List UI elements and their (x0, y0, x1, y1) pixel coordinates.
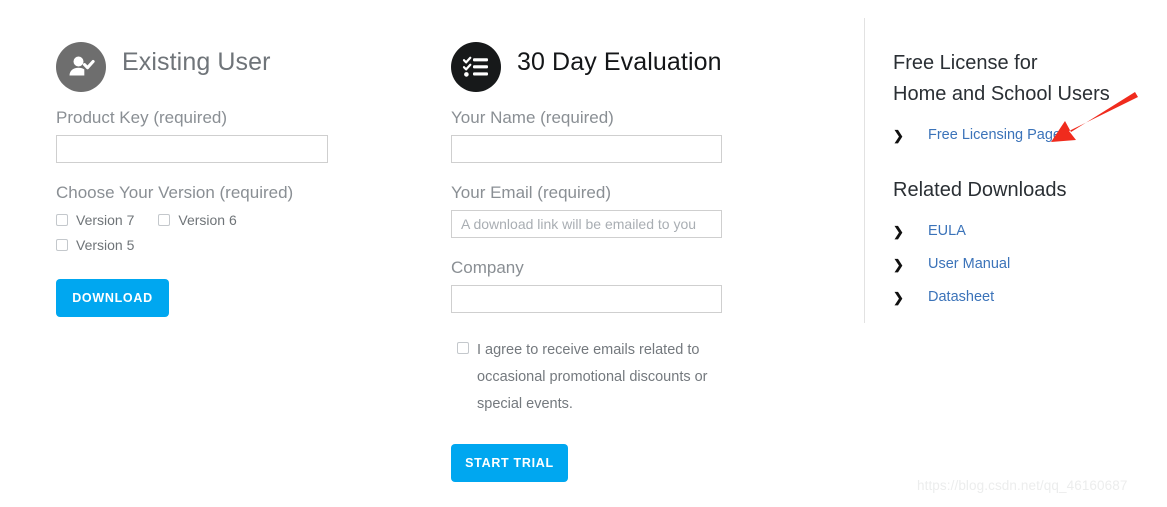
existing-user-title: Existing User (122, 48, 271, 76)
watermark-text: https://blog.csdn.net/qq_46160687 (917, 478, 1128, 493)
product-key-label: Product Key (required) (56, 108, 228, 127)
checkbox-box-icon[interactable] (56, 239, 68, 251)
chevron-right-icon: ❯ (893, 289, 904, 305)
checkbox-version-7-label: Version 7 (76, 212, 135, 228)
checkbox-version-6[interactable]: Version 6 (158, 212, 237, 228)
evaluation-header: 30 Day Evaluation (451, 42, 811, 94)
checkbox-version-5[interactable]: Version 5 (56, 237, 134, 253)
download-row-eula[interactable]: ❯ EULA (893, 223, 1153, 239)
datasheet-link[interactable]: Datasheet (928, 289, 994, 305)
chevron-right-icon: ❯ (893, 127, 904, 143)
evaluation-title: 30 Day Evaluation (517, 48, 722, 76)
chevron-right-icon: ❯ (893, 256, 904, 272)
user-check-icon (56, 42, 106, 92)
free-license-heading-line1: Free License for (893, 52, 1038, 74)
eula-link[interactable]: EULA (928, 223, 966, 239)
checkbox-version-7[interactable]: Version 7 (56, 212, 134, 228)
your-email-label: Your Email (required) (451, 183, 611, 202)
free-license-heading: Free License for Home and School Users (893, 48, 1153, 110)
your-name-label: Your Name (required) (451, 108, 614, 127)
download-row-datasheet[interactable]: ❯ Datasheet (893, 289, 1153, 305)
sidebar: Free License for Home and School Users ❯… (893, 48, 1153, 305)
version-row-1: Version 7 Version 6 (56, 212, 426, 228)
free-licensing-page-link[interactable]: Free Licensing Page (928, 127, 1061, 143)
checklist-icon (451, 42, 501, 92)
download-button[interactable]: DOWNLOAD (56, 279, 169, 317)
your-email-input[interactable] (451, 210, 722, 238)
consent-checkbox-group[interactable]: I agree to receive emails related to occ… (451, 337, 716, 418)
evaluation-section: 30 Day Evaluation Your Name (required) Y… (451, 42, 811, 482)
choose-version-label: Choose Your Version (required) (56, 183, 294, 202)
your-name-input[interactable] (451, 135, 722, 163)
checkbox-box-icon[interactable] (56, 214, 68, 226)
existing-user-header: Existing User (56, 42, 426, 94)
version-row-2: Version 5 (56, 237, 426, 253)
user-manual-link[interactable]: User Manual (928, 256, 1010, 272)
free-license-heading-line2: Home and School Users (893, 83, 1110, 105)
checkbox-version-6-label: Version 6 (178, 212, 237, 228)
start-trial-button[interactable]: START TRIAL (451, 444, 568, 482)
chevron-right-icon: ❯ (893, 223, 904, 239)
consent-text: I agree to receive emails related to occ… (477, 342, 708, 412)
company-input[interactable] (451, 285, 722, 313)
checkbox-version-5-label: Version 5 (76, 237, 135, 253)
free-licensing-page-row[interactable]: ❯ Free Licensing Page (893, 127, 1153, 143)
product-key-input[interactable] (56, 135, 328, 163)
existing-user-section: Existing User Product Key (required) Cho… (56, 42, 426, 317)
download-row-user-manual[interactable]: ❯ User Manual (893, 256, 1153, 272)
related-downloads-heading: Related Downloads (893, 179, 1067, 201)
sidebar-divider (864, 18, 865, 323)
consent-checkbox-icon[interactable] (457, 342, 469, 354)
company-label: Company (451, 258, 524, 277)
checkbox-box-icon[interactable] (158, 214, 171, 226)
